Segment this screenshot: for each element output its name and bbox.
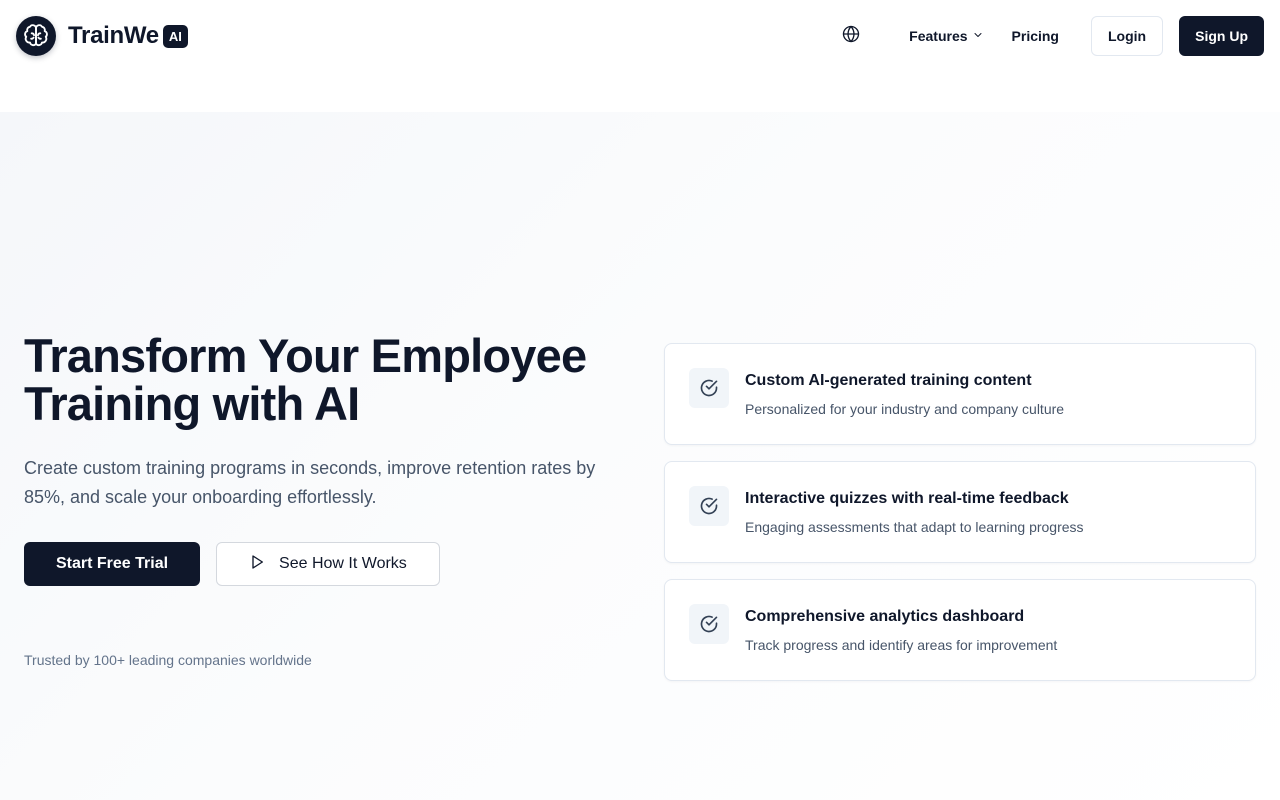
feature-description: Track progress and identify areas for im… — [745, 637, 1058, 653]
see-how-it-works-label: See How It Works — [279, 555, 407, 572]
play-icon — [249, 554, 265, 575]
brand[interactable]: TrainWe AI — [16, 16, 188, 56]
check-circle-icon — [689, 486, 729, 526]
feature-description: Engaging assessments that adapt to learn… — [745, 519, 1084, 535]
main-nav: Features Pricing Login Sign Up — [831, 16, 1264, 56]
feature-text: Interactive quizzes with real-time feedb… — [745, 486, 1084, 538]
hero-content: Transform Your Employee Training with AI… — [24, 332, 624, 668]
site-header: TrainWe AI Features Pricing Login Sign U… — [0, 0, 1280, 72]
hero-title-line1: Transform Your Employee — [24, 329, 587, 382]
hero-title-line2: Training with AI — [24, 377, 360, 430]
start-free-trial-button[interactable]: Start Free Trial — [24, 542, 201, 586]
hero-title: Transform Your Employee Training with AI — [24, 332, 624, 428]
hero-section: Transform Your Employee Training with AI… — [0, 112, 1280, 800]
check-circle-icon — [689, 604, 729, 644]
feature-text: Comprehensive analytics dashboard Track … — [745, 604, 1057, 656]
nav-features[interactable]: Features — [895, 18, 997, 54]
feature-card: Custom AI-generated training content Per… — [664, 343, 1256, 445]
login-button[interactable]: Login — [1091, 16, 1164, 56]
globe-icon — [842, 25, 860, 48]
nav-pricing-label: Pricing — [1011, 28, 1059, 44]
feature-title: Interactive quizzes with real-time feedb… — [745, 490, 1069, 507]
cta-row: Start Free Trial See How It Works — [24, 542, 624, 586]
brain-icon — [16, 16, 56, 56]
chevron-down-icon — [972, 28, 984, 44]
feature-description: Personalized for your industry and compa… — [745, 401, 1065, 417]
feature-title: Custom AI-generated training content — [745, 372, 1032, 389]
check-circle-icon — [689, 368, 729, 408]
language-button[interactable] — [831, 16, 871, 56]
hero-subtitle: Create custom training programs in secon… — [24, 458, 596, 507]
feature-list: Custom AI-generated training content Per… — [664, 343, 1256, 697]
nav-pricing[interactable]: Pricing — [998, 18, 1073, 54]
nav-features-label: Features — [909, 28, 968, 44]
signup-button[interactable]: Sign Up — [1179, 16, 1264, 56]
feature-title: Comprehensive analytics dashboard — [745, 608, 1025, 625]
brand-badge: AI — [162, 24, 188, 48]
feature-text: Custom AI-generated training content Per… — [745, 368, 1064, 420]
feature-card: Interactive quizzes with real-time feedb… — [664, 461, 1256, 563]
trusted-text: Trusted by 100+ leading companies worldw… — [24, 652, 312, 668]
feature-card: Comprehensive analytics dashboard Track … — [664, 579, 1256, 681]
brand-name: TrainWe — [68, 22, 159, 49]
see-how-it-works-button[interactable]: See How It Works — [216, 542, 440, 586]
